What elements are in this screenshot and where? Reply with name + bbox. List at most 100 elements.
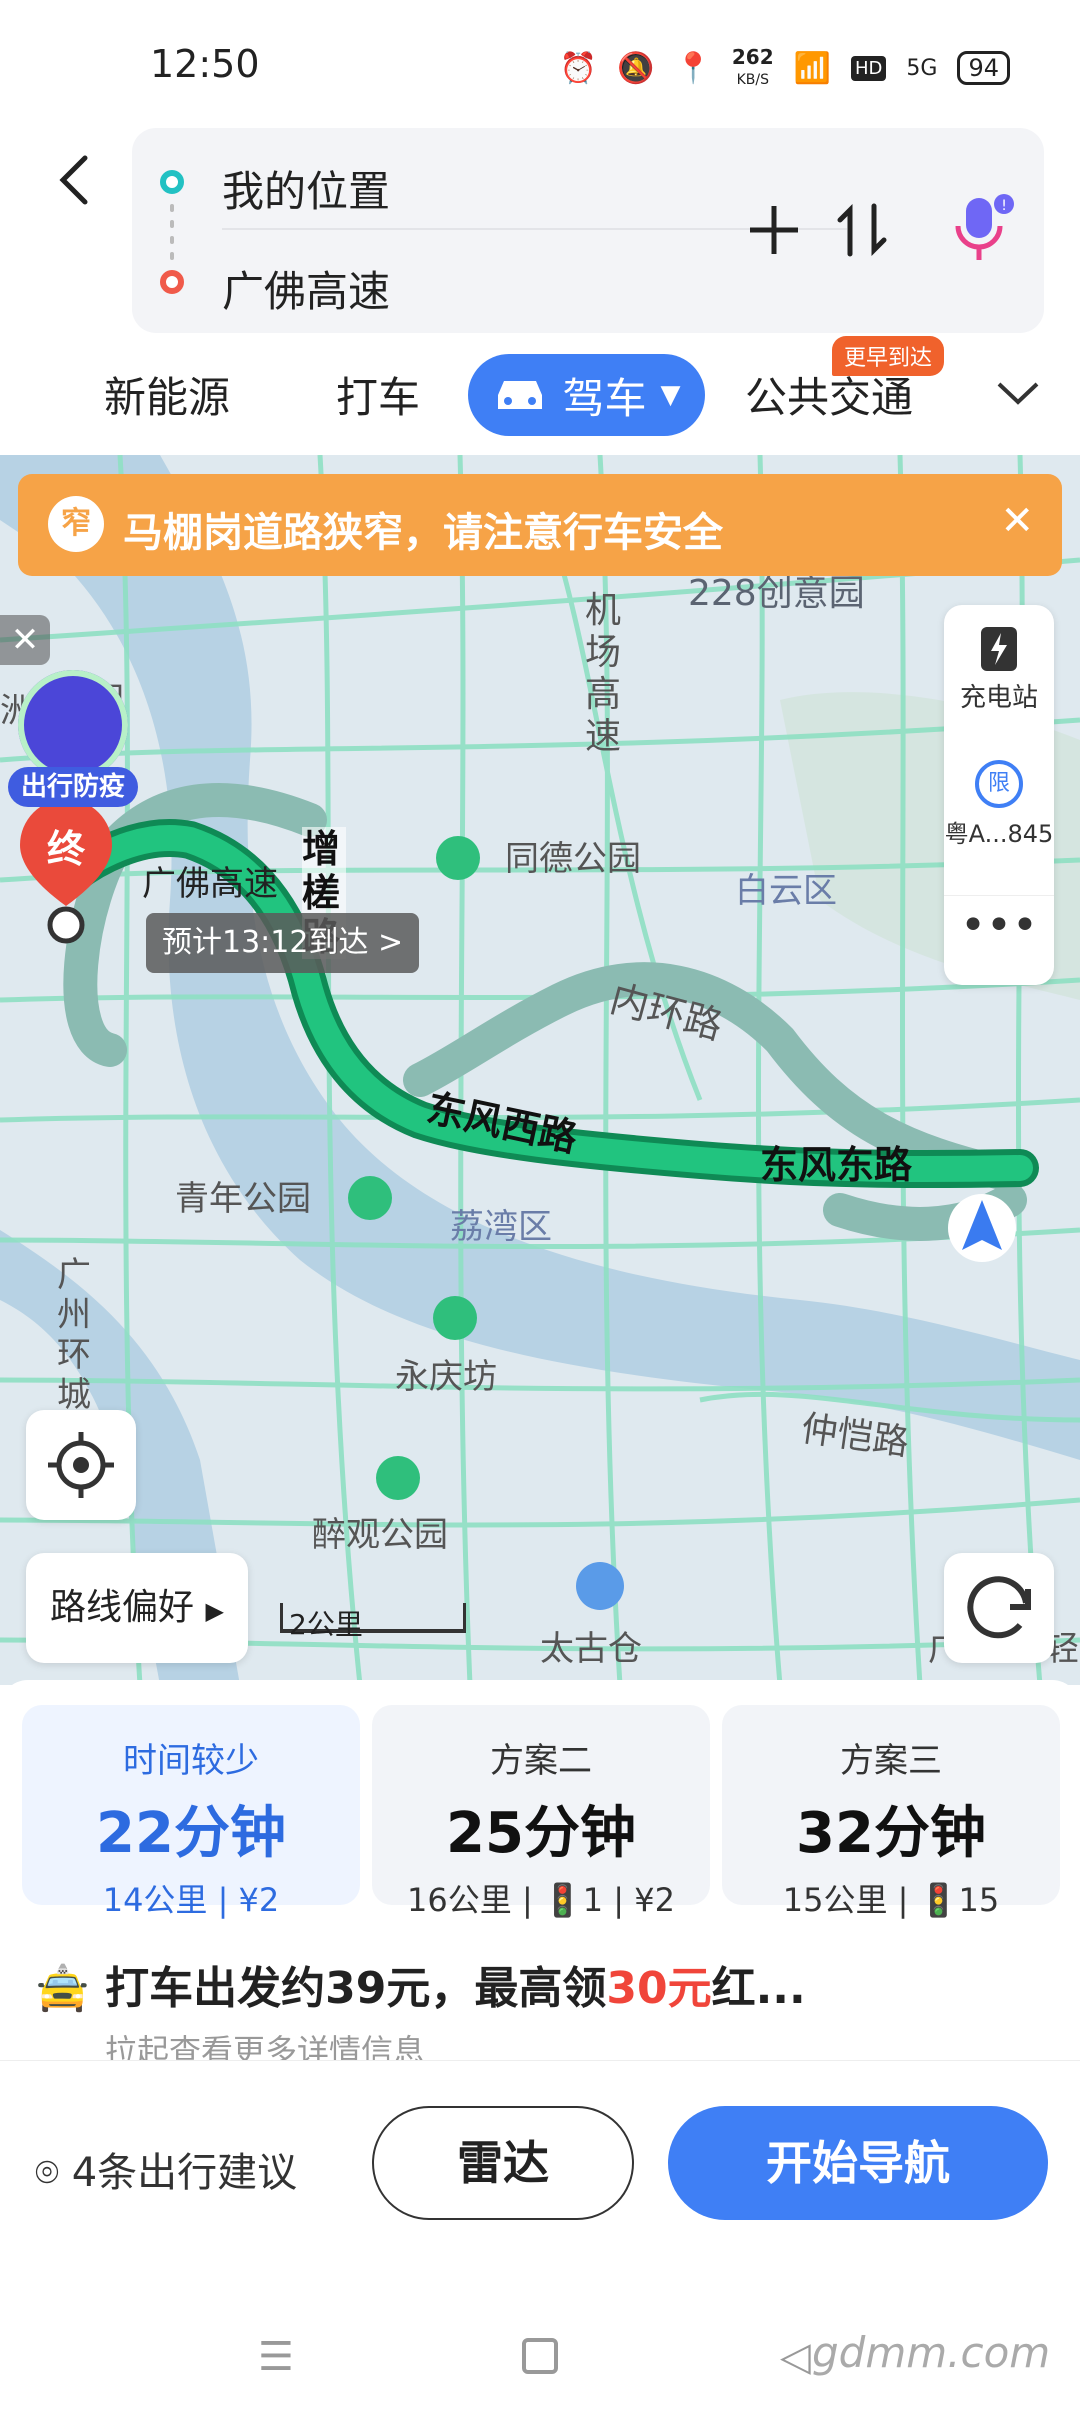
map-view[interactable]: 228创意园 同德公园 白云区 青年公园 荔湾区 永庆坊 醉观公园 太古仓 仲恺… [0,455,1080,1685]
plus-icon [750,206,798,254]
tab-new-energy[interactable]: 新能源 [104,364,230,425]
home-icon[interactable] [522,2338,558,2374]
map-label: 同德公园 [505,839,641,879]
locate-button[interactable] [26,1410,136,1520]
location-icon: 📍 [674,50,712,86]
taxi-offer-highlight: 30元 [606,1963,712,2014]
alarm-icon: ⏰ [559,50,598,86]
route-meta: 15公里 | 🚦15 [782,1881,1000,1919]
road-label: 东风东路 [760,1143,913,1187]
voice-button[interactable]: ! [942,190,1022,274]
destination-dot [160,270,184,294]
taxi-offer[interactable]: 🚖 打车出发约39元，最高领30元红... [35,1952,806,2016]
status-bar: 12:50 ⏰ 🔕 📍 262 KB/S 📶 HD 5G 94 [0,0,1080,130]
route-dash [170,236,174,244]
earlier-arrival-badge: 更早到达 [832,336,945,376]
limit-icon: 限 [975,760,1023,808]
back-arrow-icon [59,155,88,205]
more-options-icon[interactable]: ••• [944,895,1054,965]
map-canvas: 228创意园 同德公园 白云区 青年公园 荔湾区 永庆坊 醉观公园 太古仓 仲恺… [0,455,1080,1685]
travel-suggestions[interactable]: ⌾ 4条出行建议 [35,2140,297,2198]
caret-down-icon: ▼ [660,380,681,410]
taxi-offer-suffix: 红... [711,1963,806,2014]
refresh-icon [967,1576,1031,1639]
map-label: 永庆坊 [395,1357,497,1397]
close-widget-button[interactable]: ✕ [0,615,50,665]
road-alert-banner[interactable]: 窄 马棚岗道路狭窄，请注意行车安全 ✕ [18,474,1062,576]
status-time: 12:50 [150,42,260,86]
map-label: 228创意园 [688,573,865,614]
route-option-2[interactable]: 方案二 25分钟 16公里 | 🚦1 | ¥2 [372,1705,710,1919]
robot-icon[interactable] [18,670,128,780]
map-scale: 2公里 [280,1603,466,1641]
route-label: 方案三 [840,1741,942,1781]
charging-label: 充电站 [959,683,1038,713]
back-button[interactable] [45,150,105,210]
system-nav-bar: ☰ ◁ gdmm.com [0,2290,1080,2412]
route-meta: 14公里 | ¥2 [102,1881,280,1919]
close-alert-button[interactable]: ✕ [1000,498,1034,544]
taxi-offer-text: 打车出发约39元，最高领 [105,1963,607,2014]
tab-drive-label: 驾车 [562,373,647,423]
origin-field[interactable]: 我的位置 [222,158,390,219]
net-speed: 262 KB/S [731,44,774,88]
charging-station-button[interactable]: 充电站 [944,625,1054,714]
route-duration: 25分钟 [446,1801,636,1866]
caret-right-icon: ▶ [205,1597,224,1625]
route-duration: 32分钟 [796,1801,986,1866]
plate-restriction-button[interactable]: 限 粤A...845 [944,760,1054,849]
plate-label: 粤A...845 [944,820,1054,848]
route-meta: 16公里 | 🚦1 | ¥2 [407,1881,675,1919]
route-option-3[interactable]: 方案三 32分钟 15公里 | 🚦15 [722,1705,1060,1919]
alert-text: 马棚岗道路狭窄，请注意行车安全 [123,510,723,556]
ring-road-label: 广州环城 [57,1255,91,1415]
route-dash [170,252,174,260]
wifi-icon: 📶 [793,50,831,86]
chevron-down-icon [997,382,1039,405]
suggestion-label: 4条出行建议 [71,2150,298,2196]
narrow-road-icon: 窄 [48,496,104,552]
route-preference-label: 路线偏好 [50,1587,195,1628]
route-input-box: 我的位置 广佛高速 ! [132,128,1044,333]
back-nav-icon[interactable]: ◁ [780,2334,811,2380]
map-label: 白云区 [735,871,837,911]
end-marker-label: 终 [47,827,86,871]
menu-icon[interactable]: ☰ [258,2334,294,2380]
map-label: 荔湾区 [450,1207,552,1247]
add-waypoint-button[interactable] [744,200,804,264]
charging-icon [981,627,1017,671]
mute-icon: 🔕 [617,50,655,86]
epidemic-label[interactable]: 出行防疫 [8,767,138,807]
svg-text:!: ! [1001,198,1007,214]
origin-dot [160,170,184,194]
tab-drive[interactable]: 驾车 ▼ [468,354,705,436]
map-side-panel: 充电站 限 粤A...845 ••• [944,605,1054,985]
start-navigation-button[interactable]: 开始导航 [668,2106,1048,2220]
radar-button[interactable]: 雷达 [372,2106,634,2220]
route-label: 时间较少 [123,1741,259,1781]
taxi-icon: 🚖 [35,1963,90,2014]
car-icon [498,381,543,409]
eta-tag[interactable]: 预计13:12到达 > [146,913,420,973]
route-dash [170,204,174,212]
map-label: 醉观公园 [312,1515,448,1555]
destination-field[interactable]: 广佛高速 [222,258,390,319]
route-duration: 22分钟 [96,1801,286,1866]
route-preference-button[interactable]: 路线偏好 ▶ [26,1553,248,1663]
microphone-icon: ! [955,194,1014,260]
tab-taxi[interactable]: 打车 [336,364,420,425]
locate-icon [48,1432,114,1498]
hd-icon: HD [851,55,887,81]
refresh-button[interactable] [944,1553,1054,1663]
battery-icon: 94 [957,51,1010,85]
pin-icon: ⌾ [35,2150,59,2196]
swap-button[interactable] [832,200,892,264]
route-option-1[interactable]: 时间较少 22分钟 14公里 | ¥2 [22,1705,360,1919]
airport-expressway-label: 机场高速 [585,590,622,757]
map-label: 太古仓 [540,1629,642,1669]
port-icon [576,1562,624,1610]
end-point [47,906,85,944]
signal-icon: 5G [906,55,938,81]
watermark: gdmm.com [812,2328,1051,2377]
expand-tabs-button[interactable] [995,372,1041,416]
